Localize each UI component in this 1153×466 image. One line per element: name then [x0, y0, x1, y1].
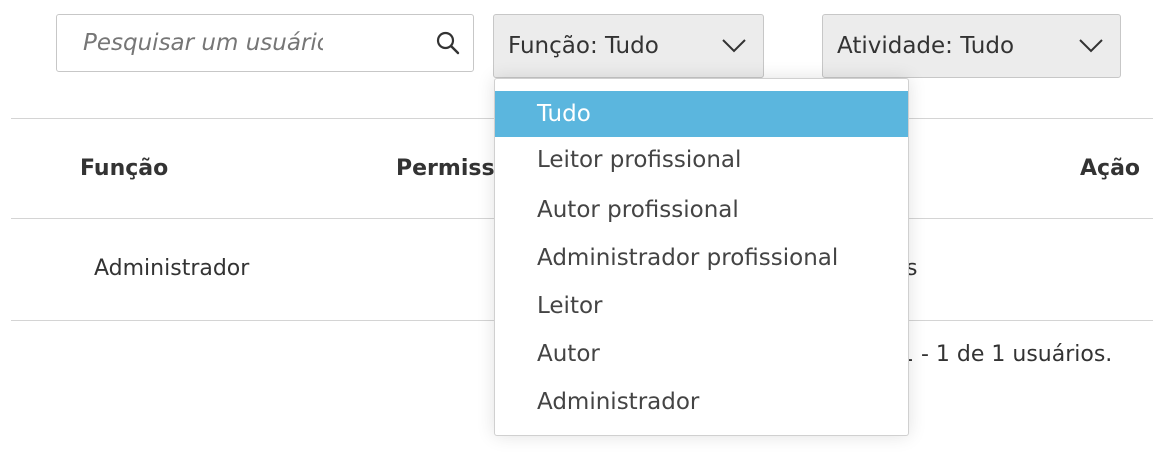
search-icon[interactable]	[435, 30, 461, 56]
chevron-down-icon	[1079, 39, 1103, 53]
funcao-option-administrador-profissional[interactable]: Administrador profissional	[495, 235, 908, 281]
funcao-option-leitor-profissional[interactable]: Leitor profissional	[495, 137, 908, 183]
funcao-dropdown-menu: Tudo Leitor profissional Autor profissio…	[494, 78, 909, 436]
pagination-summary: 1 - 1 de 1 usuários.	[900, 342, 1113, 367]
funcao-option-administrador[interactable]: Administrador	[495, 379, 908, 425]
users-page: Função: Tudo Atividade: Tudo Função Perm…	[0, 0, 1153, 466]
atividade-filter-dropdown[interactable]: Atividade: Tudo	[822, 14, 1121, 78]
column-header-acao[interactable]: Ação	[1080, 156, 1140, 181]
funcao-option-tudo[interactable]: Tudo	[495, 91, 908, 137]
search-box[interactable]	[56, 14, 474, 72]
search-input[interactable]	[83, 23, 323, 63]
funcao-option-autor-profissional[interactable]: Autor profissional	[495, 187, 908, 233]
table-row-funcao-cell: Administrador	[94, 256, 250, 281]
column-header-funcao[interactable]: Função	[80, 156, 168, 181]
column-header-permissoes[interactable]: Permiss	[396, 156, 495, 181]
atividade-filter-label: Atividade: Tudo	[837, 33, 1015, 59]
funcao-filter-dropdown[interactable]: Função: Tudo	[493, 14, 764, 78]
funcao-option-leitor[interactable]: Leitor	[495, 283, 908, 329]
funcao-option-autor[interactable]: Autor	[495, 331, 908, 377]
chevron-down-icon	[722, 39, 746, 53]
funcao-filter-label: Função: Tudo	[508, 33, 659, 59]
